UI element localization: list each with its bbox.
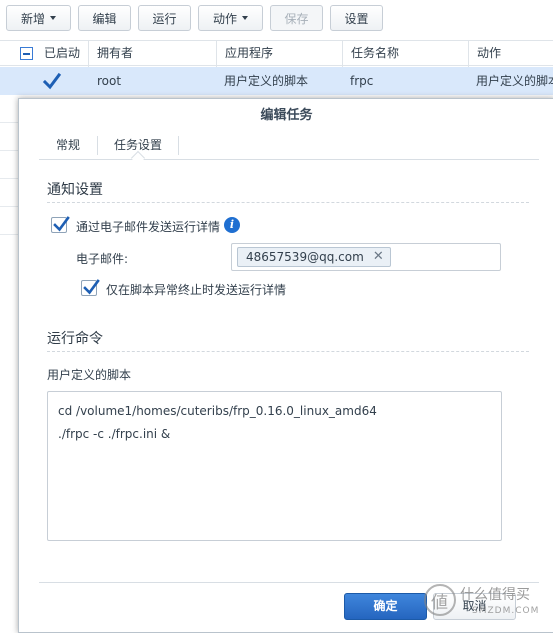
chevron-down-icon (242, 16, 248, 20)
notify-section-title: 通知设置 (47, 182, 103, 198)
section-divider (47, 202, 529, 203)
tab-general[interactable]: 常规 (39, 133, 97, 160)
save-button[interactable]: 保存 (270, 5, 323, 31)
save-button-label: 保存 (284, 11, 309, 26)
dialog-tabs: 常规 任务设置 (39, 133, 539, 166)
section-divider (47, 351, 529, 352)
abnormal-only-checkbox[interactable] (81, 279, 100, 296)
settings-button-label: 设置 (344, 11, 369, 26)
table-row[interactable]: root 用户定义的脚本 frpc 用户定义的脚本 (0, 67, 553, 95)
task-grid-header: 已启动 拥有者 应用程序 任务名称 动作 (0, 40, 553, 67)
column-header-task-name[interactable]: 任务名称 (342, 41, 468, 67)
script-line: ./frpc -c ./frpc.ini & (58, 427, 171, 441)
close-icon[interactable]: ✕ (373, 248, 384, 266)
action-button-label: 动作 (212, 11, 237, 26)
toolbar: 新增 编辑 运行 动作 保存 设置 (0, 0, 553, 36)
send-email-checkbox[interactable] (51, 216, 70, 233)
row-enabled-checkbox[interactable] (42, 72, 62, 90)
send-email-label: 通过电子邮件发送运行详情 (76, 220, 221, 234)
footer-divider (39, 582, 539, 583)
new-button-label: 新增 (20, 11, 45, 26)
checkmark-icon (53, 216, 70, 232)
edit-task-dialog: 编辑任务 常规 任务设置 通知设置 通过电子邮件发送运行详情 i 电子邮件: 4… (18, 98, 553, 633)
ok-button[interactable]: 确定 (344, 593, 427, 620)
cancel-button[interactable]: 取消 (433, 593, 516, 620)
new-button[interactable]: 新增 (6, 5, 71, 31)
dialog-title: 编辑任务 (260, 108, 313, 123)
row-application: 用户定义的脚本 (224, 74, 309, 88)
email-tag-text: 48657539@qq.com (246, 250, 364, 264)
abnormal-only-label: 仅在脚本异常终止时发送运行详情 (106, 283, 287, 297)
column-header-application[interactable]: 应用程序 (216, 41, 342, 67)
script-line: cd /volume1/homes/cuteribs/frp_0.16.0_li… (58, 404, 377, 418)
row-owner: root (97, 74, 122, 88)
column-header-enabled[interactable]: 已启动 (36, 41, 88, 67)
checkmark-icon (83, 279, 100, 295)
row-task-name: frpc (350, 74, 374, 88)
row-action: 用户定义的脚本 (476, 74, 553, 88)
email-label: 电子邮件: (76, 252, 129, 266)
command-section-title: 运行命令 (47, 331, 103, 347)
settings-button[interactable]: 设置 (330, 5, 383, 31)
run-button[interactable]: 运行 (138, 5, 191, 31)
action-button[interactable]: 动作 (198, 5, 263, 31)
column-header-action[interactable]: 动作 (468, 41, 553, 67)
run-button-label: 运行 (152, 11, 177, 26)
column-header-owner[interactable]: 拥有者 (88, 41, 216, 67)
select-all-checkbox[interactable] (20, 47, 33, 60)
tab-divider (178, 136, 179, 155)
email-tag: 48657539@qq.com ✕ (237, 247, 391, 267)
script-textarea[interactable]: cd /volume1/homes/cuteribs/frp_0.16.0_li… (47, 391, 502, 541)
chevron-down-icon (50, 16, 56, 20)
email-field[interactable]: 48657539@qq.com ✕ (231, 243, 501, 271)
edit-button-label: 编辑 (92, 11, 117, 26)
info-icon[interactable]: i (224, 217, 240, 233)
script-label: 用户定义的脚本 (47, 368, 132, 382)
checkmark-icon (42, 72, 62, 90)
edit-button[interactable]: 编辑 (78, 5, 131, 31)
